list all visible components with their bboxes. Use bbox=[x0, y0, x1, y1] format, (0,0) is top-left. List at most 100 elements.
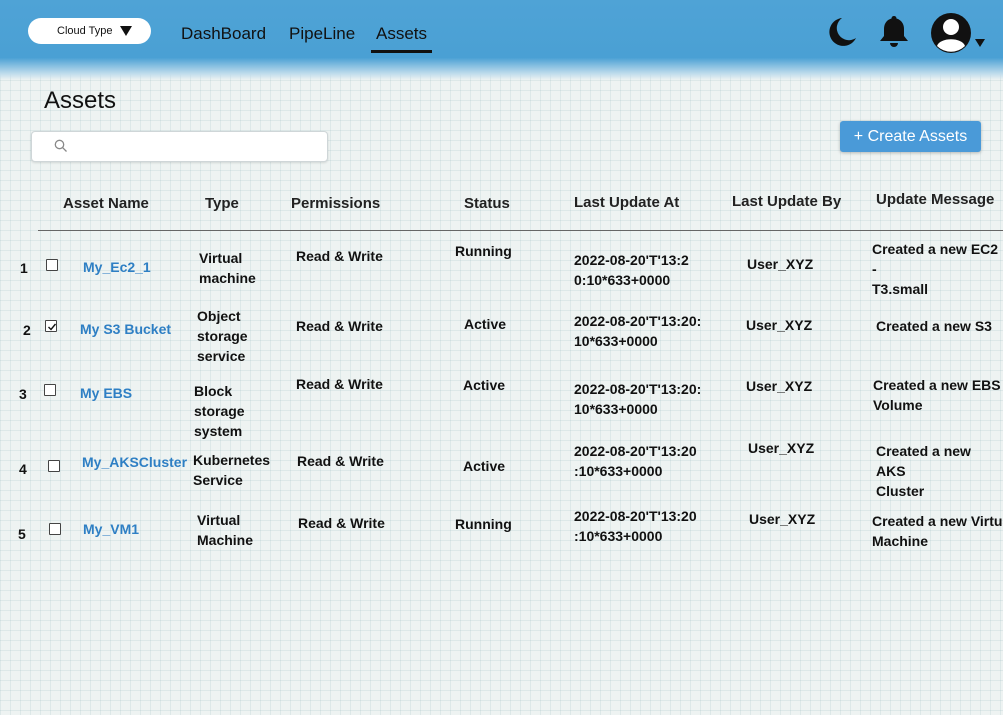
update-message: Created a new S3 bbox=[876, 316, 992, 336]
last-update-at-line: 2022-08-20'T'13:20: bbox=[574, 381, 702, 397]
column-header-status[interactable]: Status bbox=[464, 195, 510, 212]
last-update-at: 2022-08-20'T'13:20: 10*633+0000 bbox=[574, 311, 701, 351]
asset-type-line: storage bbox=[194, 403, 245, 419]
asset-permissions: Read & Write bbox=[298, 515, 385, 531]
asset-status: Running bbox=[455, 243, 512, 259]
asset-status: Active bbox=[463, 377, 506, 393]
asset-type-line: Object bbox=[197, 308, 241, 324]
update-message-line: Created a new Virtual bbox=[872, 513, 1003, 529]
search-input[interactable] bbox=[76, 136, 316, 158]
asset-permissions: Read & Write bbox=[297, 453, 384, 469]
update-message: Created a new EC2 - T3.small bbox=[872, 239, 1003, 299]
nav-tab-pipeline[interactable]: PipeLine bbox=[289, 24, 355, 44]
update-message: Created a new EBS Volume bbox=[873, 375, 1001, 415]
last-update-at-line: 2022-08-20'T'13:20: bbox=[574, 313, 702, 329]
update-message-line: Machine bbox=[872, 533, 929, 549]
asset-type-line: Machine bbox=[197, 532, 254, 548]
update-message: Created a new AKS Cluster bbox=[876, 441, 1003, 501]
checkmark-icon bbox=[48, 323, 57, 331]
asset-status: Active bbox=[464, 316, 507, 332]
asset-type: Object storage service bbox=[197, 306, 248, 366]
asset-name-link[interactable]: My S3 Bucket bbox=[80, 319, 171, 339]
user-avatar-icon[interactable] bbox=[930, 12, 972, 54]
asset-type: Virtual Machine bbox=[197, 510, 253, 550]
row-number: 3 bbox=[19, 386, 27, 402]
update-message-line: Cluster bbox=[876, 483, 925, 499]
last-update-at-line: 0:10*633+0000 bbox=[574, 272, 671, 288]
column-header-last-update-by[interactable]: Last Update By bbox=[732, 193, 841, 210]
last-update-at: 2022-08-20'T'13:20 :10*633+0000 bbox=[574, 441, 697, 481]
asset-type-line: Virtual bbox=[197, 512, 241, 528]
column-header-update-message[interactable]: Update Message bbox=[876, 191, 994, 208]
asset-type-line: Service bbox=[193, 472, 243, 488]
active-tab-indicator bbox=[371, 50, 432, 53]
last-update-at-line: 2022-08-20'T'13:20 bbox=[574, 443, 697, 459]
last-update-at-line: 2022-08-20'T'13:2 bbox=[574, 252, 689, 268]
update-message-line: T3.small bbox=[872, 281, 929, 297]
asset-permissions: Read & Write bbox=[296, 376, 383, 392]
asset-type-line: Virtual bbox=[199, 250, 243, 266]
asset-type-line: storage bbox=[197, 328, 248, 344]
page-title: Assets bbox=[44, 87, 117, 114]
asset-type-line: Block bbox=[194, 383, 233, 399]
update-message-line: Volume bbox=[873, 397, 923, 413]
cloud-type-select-value: Cloud Type bbox=[57, 25, 113, 37]
asset-name-link[interactable]: My EBS bbox=[80, 383, 132, 403]
header-divider bbox=[38, 230, 1003, 231]
asset-type-line: Kubernetes bbox=[193, 452, 271, 468]
last-update-at-line: 10*633+0000 bbox=[574, 333, 658, 349]
cloud-type-select[interactable]: Cloud Type bbox=[28, 18, 151, 44]
row-number: 4 bbox=[19, 461, 27, 477]
asset-type: Kubernetes Service bbox=[193, 450, 270, 490]
bell-icon[interactable] bbox=[876, 13, 912, 49]
row-checkbox[interactable] bbox=[48, 460, 60, 472]
nav-tab-dashboard[interactable]: DashBoard bbox=[181, 24, 266, 44]
caret-down-icon bbox=[120, 26, 132, 36]
asset-type-line: system bbox=[194, 423, 243, 439]
chevron-down-icon[interactable] bbox=[975, 39, 985, 47]
asset-name-link[interactable]: My_VM1 bbox=[83, 519, 139, 539]
asset-type: Block storage system bbox=[194, 381, 245, 441]
last-update-at-line: :10*633+0000 bbox=[574, 463, 663, 479]
last-update-by: User_XYZ bbox=[746, 317, 813, 333]
column-header-last-update-at[interactable]: Last Update At bbox=[574, 194, 679, 211]
asset-type: Virtual machine bbox=[199, 248, 256, 288]
last-update-at-line: 2022-08-20'T'13:20 bbox=[574, 508, 697, 524]
update-message: Created a new Virtual Machine bbox=[872, 511, 1003, 551]
row-number: 5 bbox=[18, 526, 26, 542]
create-assets-button[interactable]: + Create Assets bbox=[840, 121, 981, 152]
nav-tab-assets[interactable]: Assets bbox=[376, 24, 427, 44]
update-message-line: Created a new EBS bbox=[873, 377, 1001, 393]
column-header-asset-name[interactable]: Asset Name bbox=[63, 195, 149, 212]
row-number: 1 bbox=[20, 260, 28, 276]
last-update-at-line: :10*633+0000 bbox=[574, 528, 663, 544]
asset-permissions: Read & Write bbox=[296, 318, 383, 334]
row-checkbox[interactable] bbox=[46, 259, 58, 271]
row-number: 2 bbox=[23, 322, 31, 338]
last-update-at: 2022-08-20'T'13:20 :10*633+0000 bbox=[574, 506, 697, 546]
update-message-line: Created a new AKS bbox=[876, 443, 971, 479]
asset-status: Active bbox=[463, 458, 506, 474]
column-header-permissions[interactable]: Permissions bbox=[291, 195, 380, 212]
row-checkbox-checked[interactable] bbox=[45, 320, 57, 332]
last-update-at-line: 10*633+0000 bbox=[574, 401, 658, 417]
update-message-line: Created a new EC2 - bbox=[872, 241, 999, 277]
last-update-at: 2022-08-20'T'13:20: 10*633+0000 bbox=[574, 379, 701, 419]
last-update-by: User_XYZ bbox=[748, 440, 815, 456]
asset-type-line: machine bbox=[199, 270, 256, 286]
search-icon bbox=[54, 139, 67, 152]
last-update-at: 2022-08-20'T'13:2 0:10*633+0000 bbox=[574, 250, 689, 290]
update-message-line: Created a new S3 bbox=[876, 318, 992, 334]
row-checkbox[interactable] bbox=[49, 523, 61, 535]
search-box[interactable] bbox=[31, 131, 328, 162]
asset-name-link[interactable]: My_AKSCluster bbox=[82, 452, 187, 472]
last-update-by: User_XYZ bbox=[747, 256, 814, 272]
last-update-by: User_XYZ bbox=[746, 378, 813, 394]
asset-type-line: service bbox=[197, 348, 246, 364]
column-header-type[interactable]: Type bbox=[205, 195, 239, 212]
row-checkbox[interactable] bbox=[44, 384, 56, 396]
last-update-by: User_XYZ bbox=[749, 511, 816, 527]
asset-status: Running bbox=[455, 516, 512, 532]
moon-icon[interactable] bbox=[822, 14, 858, 50]
asset-name-link[interactable]: My_Ec2_1 bbox=[83, 257, 151, 277]
